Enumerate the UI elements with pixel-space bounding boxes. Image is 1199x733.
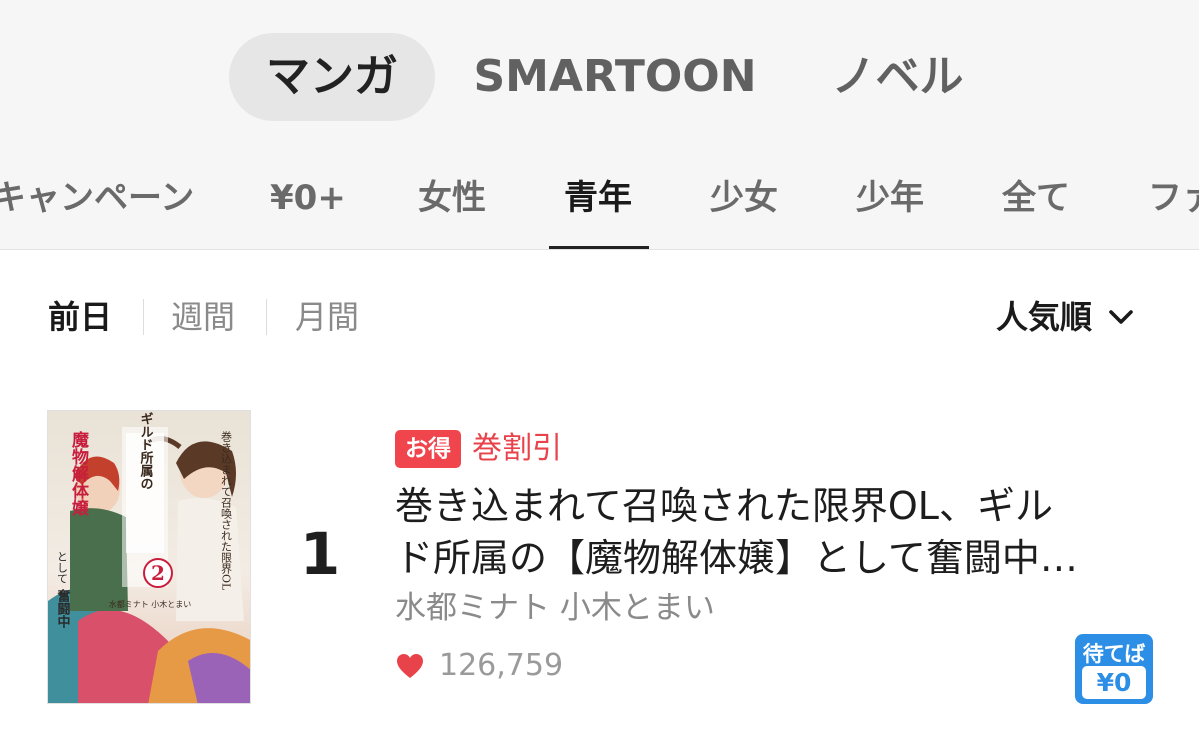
genre-tab-shounen[interactable]: 少年 xyxy=(856,168,924,228)
wait-free-price: ¥0 xyxy=(1082,666,1146,699)
rank-number: 1 xyxy=(299,520,341,588)
top-navigation: マンガ SMARTOON ノベル キャンペーン ¥0+ 女性 青年 少女 少年 … xyxy=(0,0,1199,250)
genre-tab-fantasy[interactable]: ファ xyxy=(1148,168,1199,228)
cover-title-line: として xyxy=(56,551,69,584)
wait-free-label: 待てば xyxy=(1082,642,1146,666)
likes: 126,759 xyxy=(395,648,563,683)
cover-volume: 2 xyxy=(151,561,165,585)
genre-tab-campaign[interactable]: キャンペーン xyxy=(0,168,194,228)
period-divider xyxy=(266,299,267,335)
period-tab-monthly[interactable]: 月間 xyxy=(295,292,359,342)
period-divider xyxy=(143,299,144,335)
deal-badge: お得 xyxy=(395,430,461,468)
genre-tab-josei[interactable]: 女性 xyxy=(418,168,486,228)
sort-dropdown[interactable]: 人気順 xyxy=(996,292,1136,342)
cover-title-top: 巻き込まれて召喚された限界OL xyxy=(220,431,233,591)
cover-title-end: 奮闘中 xyxy=(55,588,72,629)
cover-title-line: 巻き込まれて召喚された限界OL xyxy=(220,431,233,591)
cover-illustration: ギルド所属の 魔物解体嬢 巻き込まれて召喚された限界OL として 奮闘中 2 水… xyxy=(48,411,250,703)
sort-label: 人気順 xyxy=(996,298,1093,336)
genre-tab-seinen[interactable]: 青年 xyxy=(564,168,632,228)
promo-label: 巻割引 xyxy=(472,431,562,466)
genre-tab-shoujo[interactable]: 少女 xyxy=(710,168,778,228)
tab-novel[interactable]: ノベル xyxy=(815,33,980,121)
cover-title-main: 魔物解体嬢 xyxy=(68,430,89,517)
series-title[interactable]: 巻き込まれて召喚された限界OL、ギル ド所属の【魔物解体嬢】として奮闘中… xyxy=(395,480,1155,584)
book-cover[interactable]: ギルド所属の 魔物解体嬢 巻き込まれて召喚された限界OL として 奮闘中 2 水… xyxy=(47,410,251,704)
cover-title-line: 奮闘中 xyxy=(55,588,72,629)
tab-smartoon[interactable]: SMARTOON xyxy=(470,33,760,121)
heart-icon xyxy=(397,653,423,678)
chevron-down-icon xyxy=(1109,310,1133,324)
cover-credits: 水都ミナト 小木とまい xyxy=(109,599,192,609)
cover-title-line: 魔物解体嬢 xyxy=(68,430,89,517)
genre-tab-all[interactable]: 全て xyxy=(1002,168,1070,228)
period-tab-daily[interactable]: 前日 xyxy=(48,292,112,342)
active-genre-indicator xyxy=(549,246,649,249)
period-tab-weekly[interactable]: 週間 xyxy=(171,292,235,342)
likes-count: 126,759 xyxy=(439,648,564,683)
author-names: 水都ミナト 小木とまい xyxy=(395,590,715,626)
tab-manga[interactable]: マンガ xyxy=(229,33,435,121)
cover-subtitle: ギルド所属の xyxy=(138,412,154,490)
wait-free-badge: 待てば ¥0 xyxy=(1075,634,1153,704)
cover-title-mid: として xyxy=(56,551,69,584)
cover-title-line: ギルド所属の xyxy=(138,412,154,490)
genre-tab-free[interactable]: ¥0+ xyxy=(270,168,346,228)
